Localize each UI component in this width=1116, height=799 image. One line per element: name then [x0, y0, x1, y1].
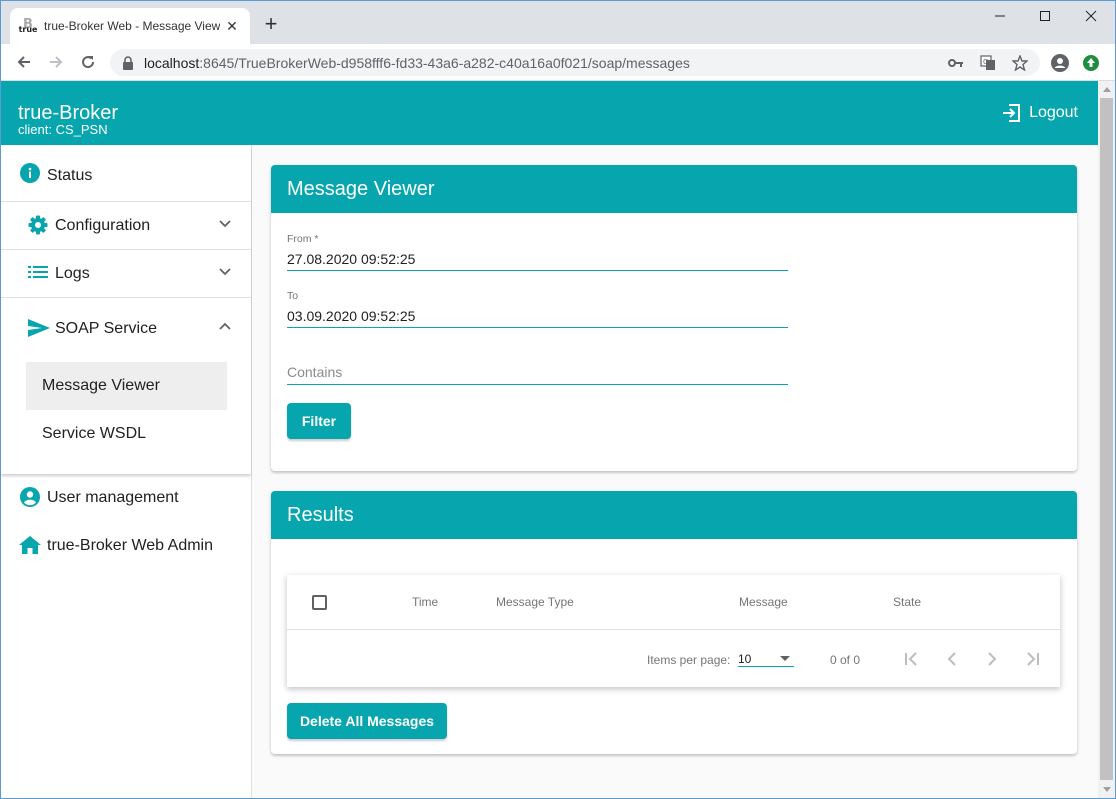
column-header-message[interactable]: Message	[739, 595, 788, 609]
chevron-down-icon	[219, 268, 231, 276]
profile-avatar-icon[interactable]	[1048, 51, 1072, 75]
dropdown-arrow-icon	[780, 656, 790, 661]
info-icon	[20, 163, 40, 183]
column-header-message-type[interactable]: Message Type	[496, 595, 574, 609]
favicon-icon: Btrue	[18, 17, 38, 34]
logout-button[interactable]: Logout	[1001, 103, 1078, 123]
sidebar: Status Configuration Logs SOAP Service M…	[1, 145, 252, 798]
sidebar-item-logs[interactable]: Logs	[1, 250, 251, 297]
last-page-icon[interactable]	[1018, 645, 1046, 673]
sidebar-item-label: SOAP Service	[55, 320, 157, 337]
logout-icon	[1003, 104, 1021, 122]
reload-icon[interactable]	[76, 50, 100, 74]
new-tab-icon[interactable]: +	[260, 13, 282, 36]
to-label: To	[287, 290, 299, 302]
scroll-up-arrow-icon[interactable]	[1098, 81, 1115, 98]
sidebar-item-label: Logs	[55, 265, 90, 282]
sidebar-item-label: Configuration	[55, 217, 151, 234]
minimize-icon[interactable]	[988, 6, 1012, 26]
sidebar-menu-card: Status Configuration Logs SOAP Service M…	[1, 145, 251, 474]
home-icon	[19, 536, 41, 554]
sidebar-item-configuration[interactable]: Configuration	[1, 202, 251, 249]
tab-close-icon[interactable]: ✕	[224, 18, 240, 34]
forward-arrow-icon[interactable]	[44, 50, 68, 74]
url-path: :8645/TrueBrokerWeb-d958fff6-fd33-43a6-a…	[199, 54, 690, 71]
results-table: Time Message Type Message State Items pe…	[287, 575, 1060, 687]
gear-icon	[28, 215, 48, 235]
items-per-page-label: Items per page:	[647, 653, 731, 667]
key-icon[interactable]	[946, 53, 966, 73]
main-content: Message Viewer From * 27.08.2020 09:52:2…	[252, 145, 1098, 798]
scroll-down-arrow-icon[interactable]	[1098, 781, 1115, 798]
sidebar-item-label: Status	[47, 167, 93, 184]
to-value: 03.09.2020 09:52:25	[287, 308, 416, 324]
next-page-icon[interactable]	[978, 645, 1006, 673]
column-header-time[interactable]: Time	[412, 595, 438, 609]
contains-input[interactable]: Contains	[287, 364, 788, 385]
send-icon	[28, 319, 50, 337]
sidebar-subitem-service-wsdl[interactable]: Service WSDL	[26, 410, 227, 458]
first-page-icon[interactable]	[898, 645, 926, 673]
chevron-up-icon	[219, 322, 231, 330]
column-header-state[interactable]: State	[893, 595, 921, 609]
page-scrollbar[interactable]	[1098, 81, 1115, 798]
sidebar-item-status[interactable]: Status	[1, 145, 251, 201]
back-arrow-icon[interactable]	[12, 50, 36, 74]
browser-titlebar: Btrue true-Broker Web - Message Viewer ✕…	[0, 0, 1116, 44]
user-account-icon	[20, 487, 40, 507]
logout-label: Logout	[1029, 104, 1078, 121]
translate-icon[interactable]: G	[978, 53, 998, 73]
paginator: Items per page: 10 0 of 0	[287, 631, 1060, 687]
update-icon[interactable]	[1079, 51, 1103, 75]
results-card: Results Time Message Type Message State …	[271, 491, 1077, 754]
lock-icon	[123, 55, 133, 70]
sidebar-item-soap-service[interactable]: SOAP Service	[1, 298, 251, 358]
app-header: true-Broker client: CS_PSN Logout	[1, 81, 1098, 145]
svg-text:G: G	[983, 58, 988, 66]
window-close-icon[interactable]	[1079, 6, 1103, 26]
browser-tab[interactable]: Btrue true-Broker Web - Message Viewer ✕	[10, 8, 250, 44]
scroll-thumb[interactable]	[1100, 98, 1113, 780]
chevron-down-icon	[219, 220, 231, 228]
table-header: Time Message Type Message State	[287, 575, 1060, 630]
sidebar-item-label: true-Broker Web Admin	[47, 537, 213, 554]
items-per-page-value: 10	[738, 652, 752, 666]
delete-all-messages-button[interactable]: Delete All Messages	[287, 703, 447, 739]
from-underline	[287, 270, 788, 271]
from-value: 27.08.2020 09:52:25	[287, 251, 416, 267]
address-bar[interactable]: localhost:8645/TrueBrokerWeb-d958fff6-fd…	[110, 49, 1040, 76]
contains-placeholder: Contains	[287, 364, 343, 380]
from-label: From *	[287, 233, 319, 245]
card-title: Message Viewer	[271, 165, 1077, 213]
card-title: Results	[271, 491, 1077, 539]
bookmark-star-icon[interactable]	[1010, 53, 1030, 73]
filter-button[interactable]: Filter	[287, 403, 351, 439]
sidebar-item-user-management[interactable]: User management	[1, 474, 251, 522]
url-host: localhost	[144, 54, 200, 71]
select-all-checkbox[interactable]	[312, 595, 327, 610]
page-range-label: 0 of 0	[830, 653, 861, 667]
sidebar-item-web-admin[interactable]: true-Broker Web Admin	[1, 522, 251, 570]
client-label: client: CS_PSN	[18, 122, 108, 137]
items-per-page-select[interactable]: 10	[738, 645, 794, 667]
tab-title: true-Broker Web - Message Viewer	[44, 19, 220, 33]
to-underline	[287, 327, 788, 328]
message-viewer-card: Message Viewer From * 27.08.2020 09:52:2…	[271, 165, 1077, 471]
to-field[interactable]: To 03.09.2020 09:52:25	[287, 290, 788, 328]
previous-page-icon[interactable]	[938, 645, 966, 673]
contains-underline	[287, 384, 788, 385]
sidebar-subitem-message-viewer[interactable]: Message Viewer	[26, 362, 227, 410]
sidebar-item-label: User management	[47, 489, 179, 506]
list-icon	[28, 265, 48, 279]
from-field[interactable]: From * 27.08.2020 09:52:25	[287, 233, 788, 271]
maximize-icon[interactable]	[1033, 6, 1057, 26]
browser-toolbar: localhost:8645/TrueBrokerWeb-d958fff6-fd…	[0, 44, 1116, 81]
